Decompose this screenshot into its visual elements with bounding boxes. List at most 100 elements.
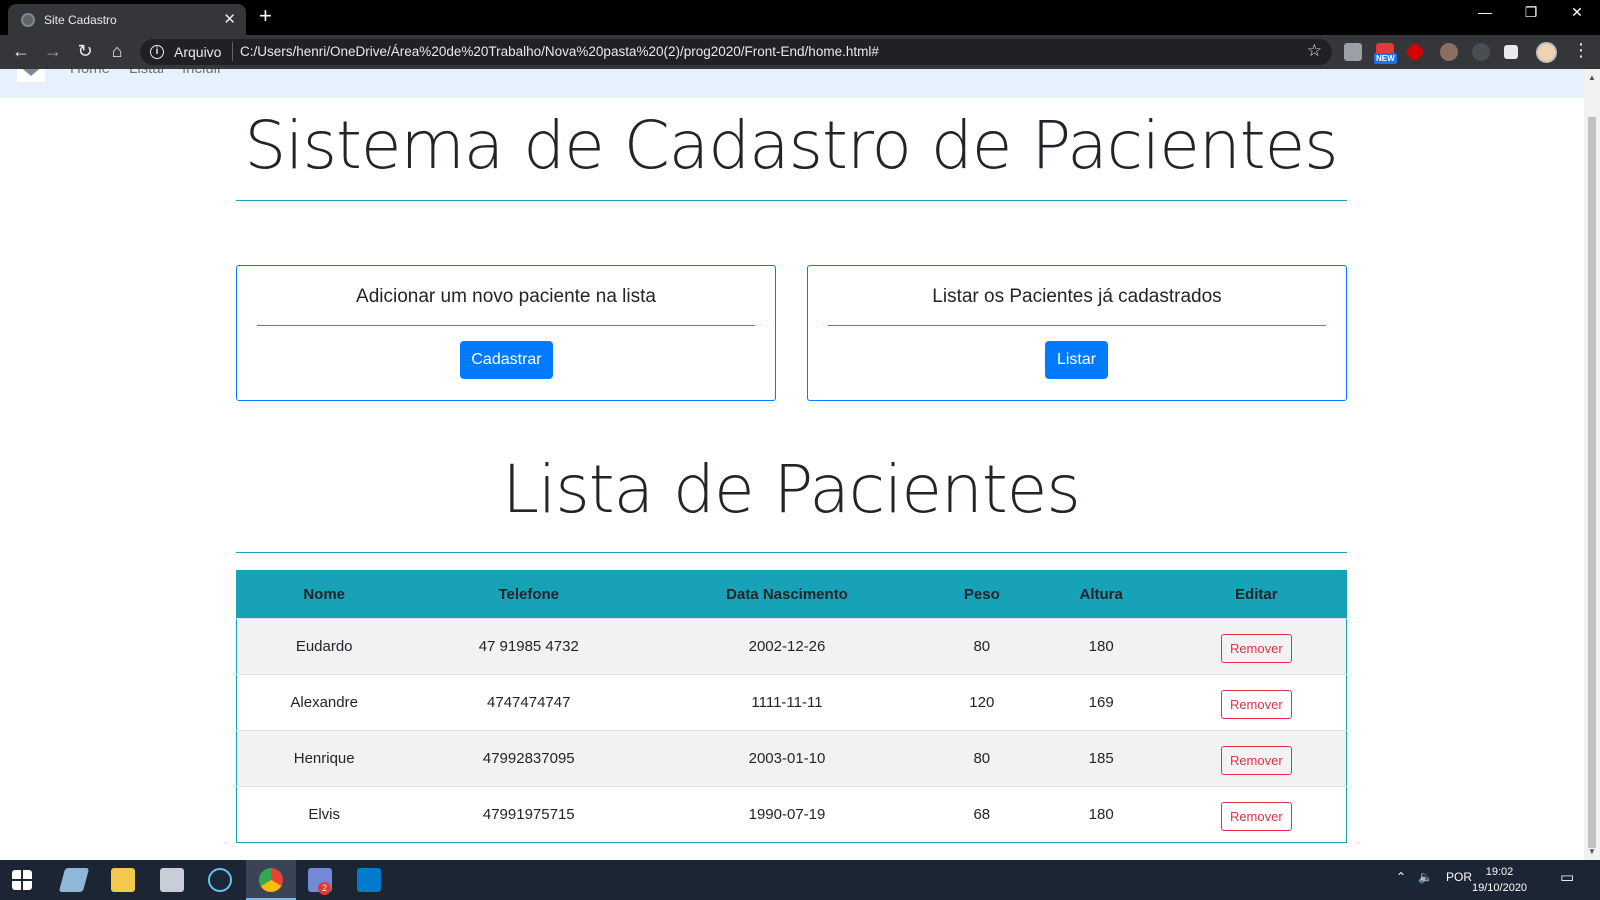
back-icon[interactable]: ← [10, 41, 32, 62]
cell-nome: Elvis [308, 806, 340, 823]
notifications-icon[interactable]: ▭ [1560, 868, 1574, 886]
cell-nome: Eudardo [295, 638, 353, 655]
cell-data-nascimento: 1990-07-19 [748, 806, 826, 823]
cell-peso: 80 [973, 638, 991, 655]
profile-avatar[interactable] [1536, 42, 1557, 63]
scrollbar-thumb[interactable] [1588, 117, 1596, 848]
column-header-data-nascimento: Data Nascimento [726, 586, 848, 603]
cell-peso: 68 [973, 806, 991, 823]
list-patients-card-title: Listar os Pacientes já cadastrados [932, 286, 1222, 307]
list-title-divider [236, 552, 1347, 553]
site-navbar: Home Listar Incluir [0, 69, 1584, 98]
vscode-icon[interactable] [357, 868, 381, 892]
column-header-editar: Editar [1235, 586, 1278, 603]
cell-editar: Remover [1167, 731, 1347, 787]
info-icon[interactable]: i [150, 45, 164, 59]
page-viewport: Home Listar Incluir Sistema de Cadastro … [0, 69, 1584, 860]
page-title: Sistema de Cadastro de Pacientes [244, 107, 1338, 184]
scroll-down-icon[interactable]: ▼ [1588, 847, 1596, 856]
extension-new-badge: NEW [1374, 53, 1397, 64]
remove-button[interactable]: Remover [1220, 802, 1292, 831]
system-clock[interactable]: 19:02 19/10/2020 [1472, 864, 1527, 896]
remove-button[interactable]: Remover [1220, 690, 1292, 719]
cell-editar: Remover [1167, 675, 1347, 731]
nav-listar-link[interactable]: Listar [129, 69, 166, 77]
chrome-icon[interactable] [259, 868, 283, 892]
extension-red-icon[interactable] [1405, 42, 1425, 62]
forward-icon[interactable]: → [42, 41, 64, 62]
speaker-icon[interactable]: 🔈 [1418, 870, 1433, 884]
windows-start-icon[interactable] [12, 870, 32, 890]
remove-button[interactable]: Remover [1220, 634, 1292, 663]
table-row: Eudardo 47 91985 4732 2002-12-26 80 180 … [236, 618, 1347, 675]
table-row: Henrique 47992837095 2003-01-10 80 185 R… [236, 730, 1347, 787]
clock-time: 19:02 [1485, 866, 1514, 878]
title-divider [236, 200, 1347, 201]
browser-titlebar: Site Cadastro ✕ + — ❐ ✕ [0, 0, 1600, 35]
globe-icon [21, 13, 35, 27]
nav-home-link[interactable]: Home [70, 69, 110, 77]
table-row: Alexandre 4747474747 1111-11-11 120 169 … [236, 674, 1347, 731]
scroll-up-icon[interactable]: ▲ [1588, 73, 1596, 82]
cell-nome: Henrique [293, 750, 355, 767]
cell-altura: 180 [1088, 638, 1114, 655]
remove-button[interactable]: Remover [1220, 746, 1292, 775]
reload-icon[interactable]: ↻ [74, 41, 96, 62]
extension-grey-icon[interactable] [1472, 43, 1490, 61]
card-divider [257, 325, 755, 326]
extension-glasses-icon[interactable] [1440, 43, 1458, 61]
steam-icon[interactable] [208, 868, 232, 892]
cell-data-nascimento: 2002-12-26 [748, 638, 826, 655]
url-text[interactable]: C:/Users/henri/OneDrive/Área%20de%20Trab… [240, 44, 879, 59]
column-header-nome: Nome [303, 586, 346, 603]
nav-incluir-link[interactable]: Incluir [182, 69, 222, 77]
extension-screenshot-icon[interactable] [1344, 43, 1362, 61]
omnibox-divider [232, 42, 233, 61]
cell-telefone: 4747474747 [487, 694, 571, 711]
cell-data-nascimento: 2003-01-10 [748, 750, 826, 767]
minimize-button[interactable]: — [1462, 4, 1508, 20]
windows-taskbar: 2 ⌃ 🔈 POR 19:02 19/10/2020 ▭ [0, 860, 1600, 900]
clock-date: 19/10/2020 [1472, 882, 1528, 894]
cell-editar: Remover [1167, 619, 1347, 675]
cell-peso: 120 [969, 694, 995, 711]
browser-toolbar: ← → ↻ ⌂ i Arquivo C:/Users/henri/OneDriv… [0, 35, 1600, 69]
browser-menu-icon[interactable]: ⋮ [1572, 40, 1590, 61]
browser-tab[interactable]: Site Cadastro ✕ [8, 4, 246, 35]
page-scrollbar[interactable]: ▲ ▼ [1584, 69, 1600, 860]
cell-altura: 185 [1088, 750, 1114, 767]
listar-button[interactable]: Listar [1045, 341, 1108, 379]
language-indicator[interactable]: POR [1446, 870, 1472, 884]
bookmark-star-icon[interactable]: ☆ [1307, 41, 1322, 61]
cell-telefone: 47992837095 [482, 750, 575, 767]
file-explorer-icon[interactable] [111, 868, 135, 892]
list-title: Lista de Pacientes [502, 451, 1080, 528]
cadastrar-button[interactable]: Cadastrar [460, 341, 553, 379]
site-logo-icon[interactable] [17, 69, 45, 82]
column-header-peso: Peso [963, 586, 1000, 603]
extensions-puzzle-icon[interactable] [1504, 45, 1518, 59]
notes-app-icon[interactable] [58, 868, 90, 892]
table-row: Elvis 47991975715 1990-07-19 68 180 Remo… [236, 786, 1347, 843]
list-patients-card: Listar os Pacientes já cadastrados Lista… [807, 265, 1347, 401]
printer-app-icon[interactable] [160, 868, 184, 892]
tab-title: Site Cadastro [44, 13, 117, 27]
restore-button[interactable]: ❐ [1508, 4, 1554, 21]
cell-data-nascimento: 1111-11-11 [751, 694, 823, 711]
add-patient-card: Adicionar um novo paciente na lista Cada… [236, 265, 776, 401]
cell-editar: Remover [1167, 787, 1347, 843]
cell-telefone: 47 91985 4732 [478, 638, 579, 655]
close-tab-icon[interactable]: ✕ [223, 10, 236, 28]
column-header-altura: Altura [1079, 586, 1123, 603]
tray-chevron-up-icon[interactable]: ⌃ [1396, 870, 1406, 884]
home-icon[interactable]: ⌂ [106, 41, 128, 62]
new-tab-button[interactable]: + [259, 3, 272, 29]
address-bar[interactable]: i Arquivo C:/Users/henri/OneDrive/Área%2… [140, 39, 1332, 65]
scheme-label: Arquivo [174, 44, 222, 60]
cell-telefone: 47991975715 [482, 806, 575, 823]
cell-altura: 180 [1088, 806, 1114, 823]
window-close-button[interactable]: ✕ [1554, 4, 1600, 21]
cell-peso: 80 [973, 750, 991, 767]
cell-altura: 169 [1088, 694, 1114, 711]
column-header-telefone: Telefone [498, 586, 560, 603]
